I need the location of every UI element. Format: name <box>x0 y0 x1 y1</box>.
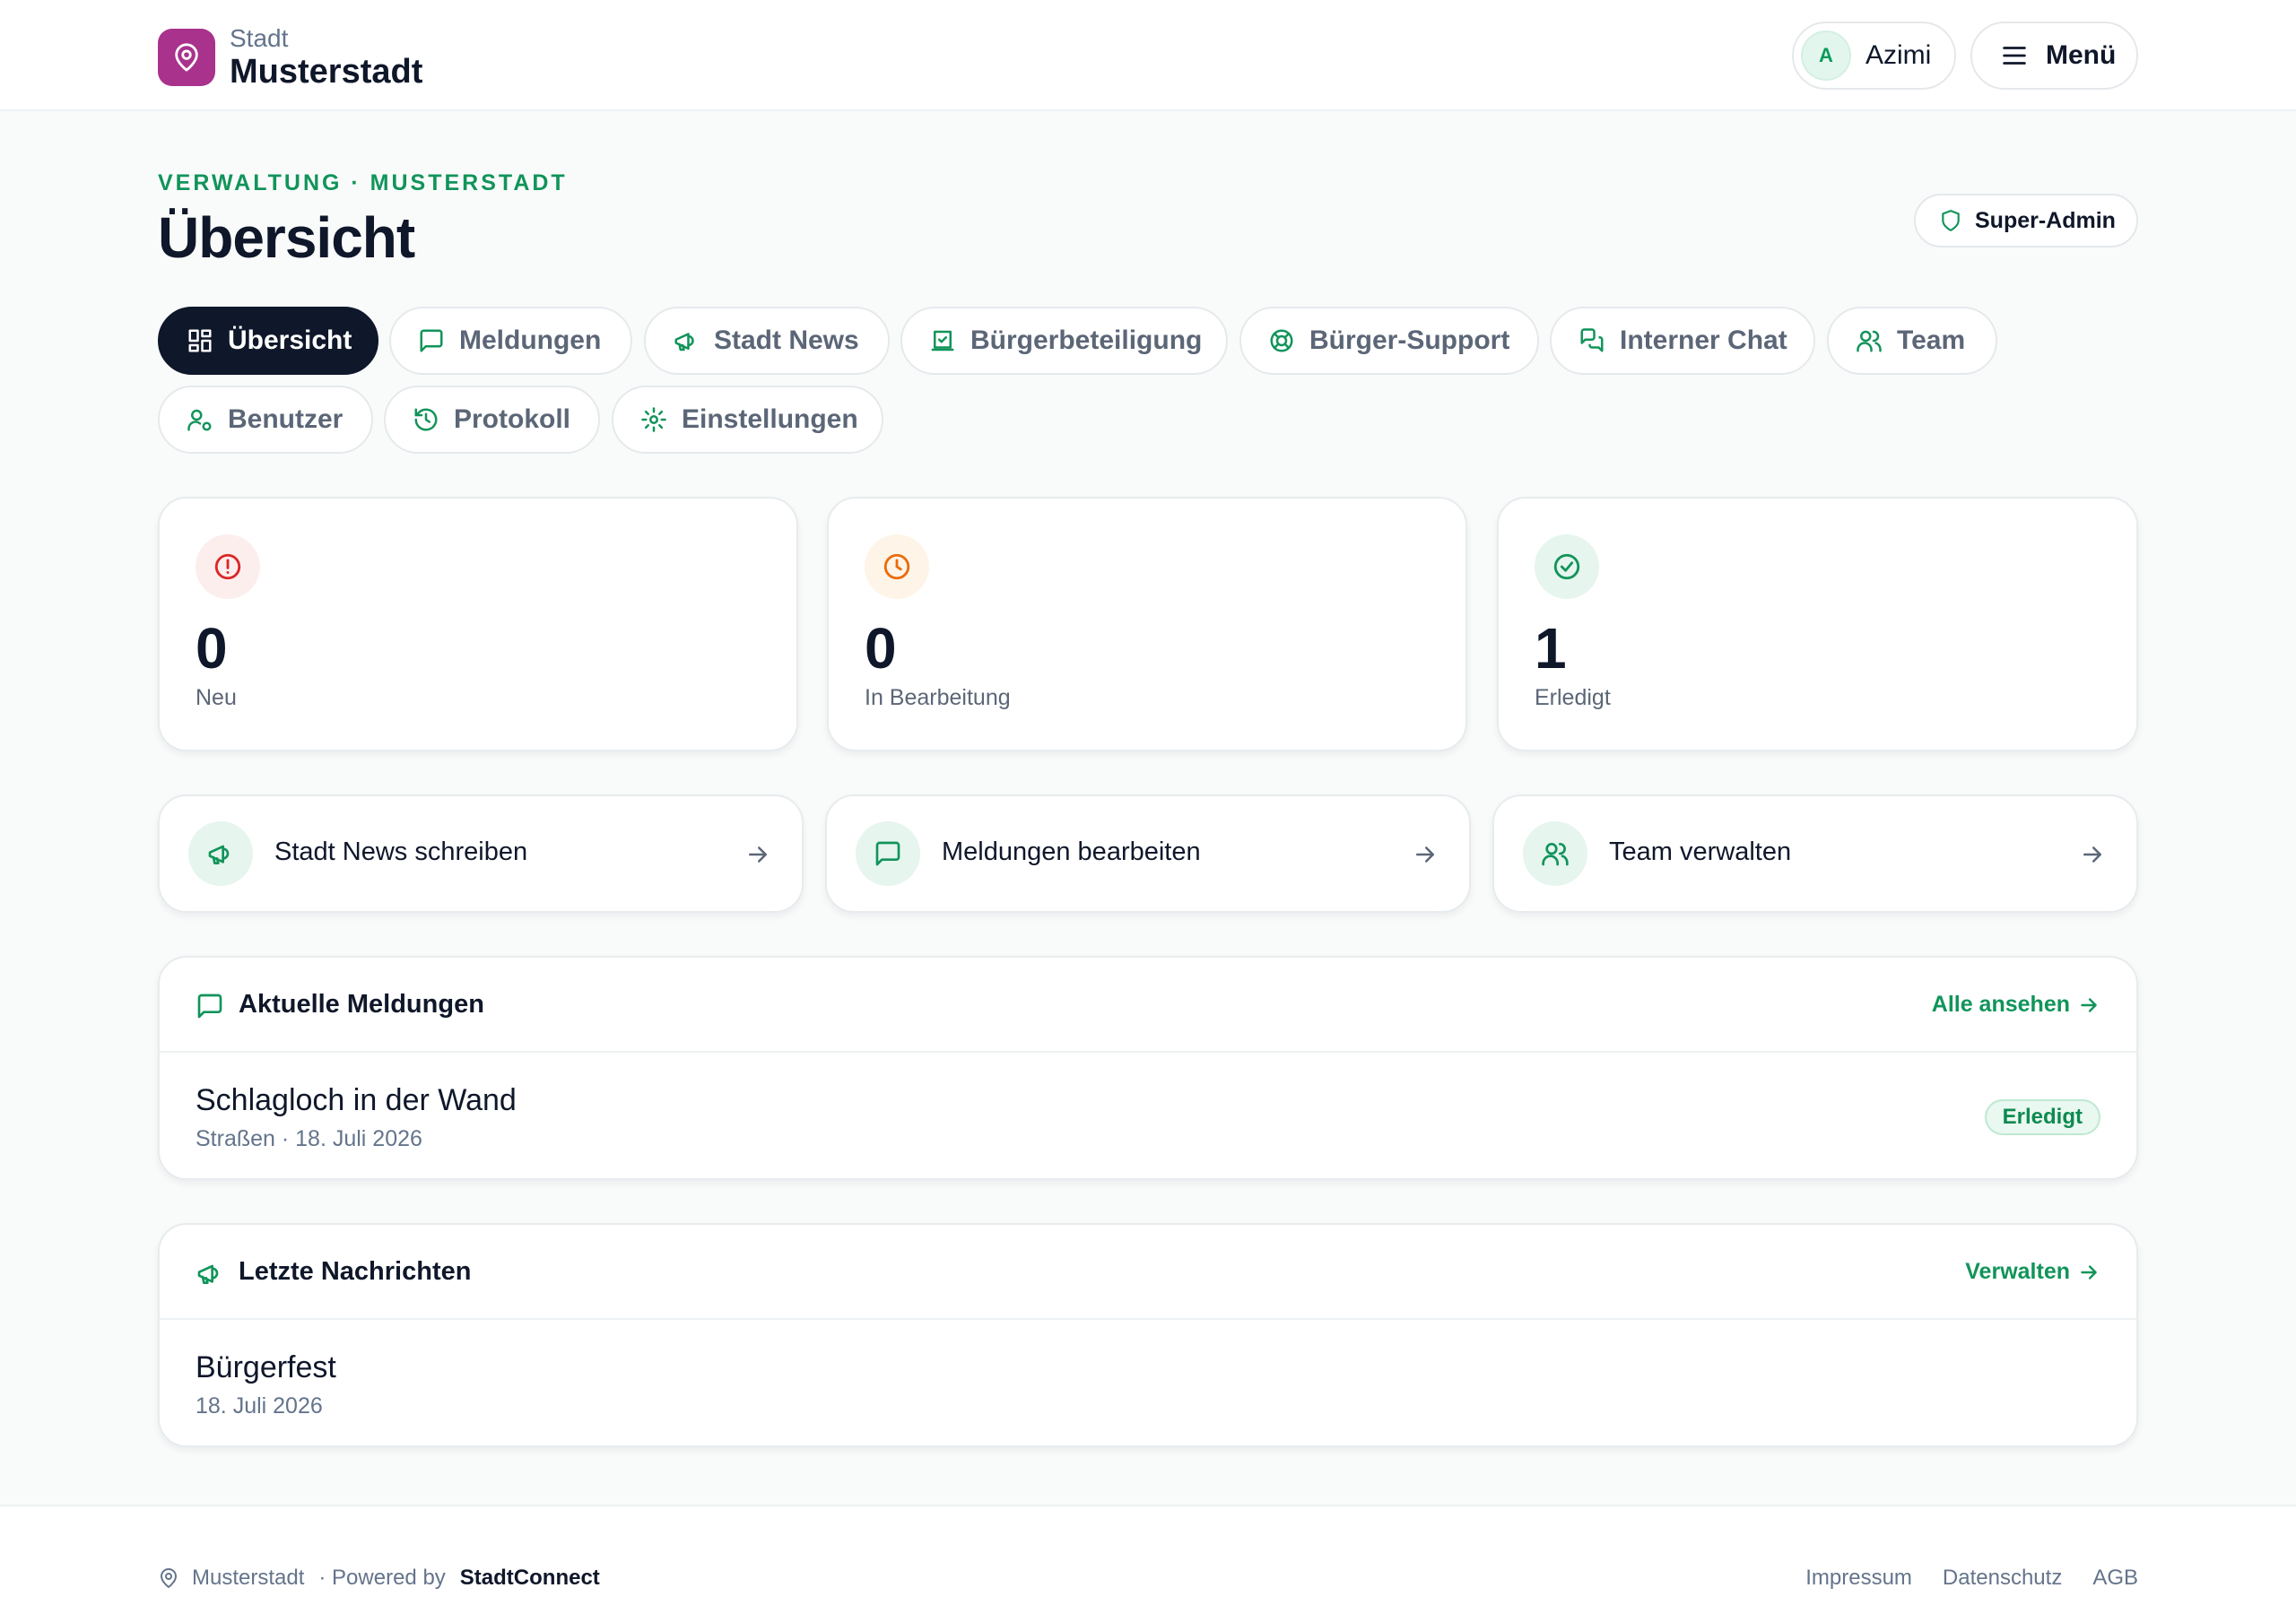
dashboard-icon <box>187 327 213 354</box>
footer-city: Musterstadt <box>192 1566 305 1590</box>
news-panel: Letzte Nachrichten Verwalten Bürgerfest … <box>158 1223 2138 1447</box>
link-label: Verwalten <box>1965 1259 2070 1284</box>
tab-label: Protokoll <box>454 404 571 434</box>
page-title: Übersicht <box>158 205 415 270</box>
clock-icon <box>865 534 929 599</box>
stat-label: Erledigt <box>1535 685 1611 710</box>
tab-benutzer[interactable]: Benutzer <box>158 386 373 454</box>
footer-links: Impressum Datenschutz AGB <box>1775 1566 2138 1591</box>
action-label: Stadt News schreiben <box>274 837 528 866</box>
stat-card-erledigt[interactable]: 1 Erledigt <box>1497 497 2138 751</box>
message-icon <box>418 327 445 354</box>
tab-label: Bürger-Support <box>1309 325 1510 355</box>
avatar: A <box>1801 30 1851 81</box>
reports-panel: Aktuelle Meldungen Alle ansehen Schlaglo… <box>158 956 2138 1180</box>
role-label: Super-Admin <box>1975 207 2116 233</box>
stat-card-neu[interactable]: 0 Neu <box>158 497 798 751</box>
footer-link-agb[interactable]: AGB <box>2092 1566 2138 1591</box>
tab-label: Benutzer <box>228 404 344 434</box>
arrow-right-icon <box>744 841 771 868</box>
breadcrumb: VERWALTUNG · MUSTERSTADT <box>158 170 568 195</box>
map-pin-icon <box>158 29 215 86</box>
footer-link-impressum[interactable]: Impressum <box>1805 1566 1912 1591</box>
stat-card-in-bearbeitung[interactable]: 0 In Bearbeitung <box>827 497 1467 751</box>
user-cog-icon <box>187 406 213 433</box>
arrow-right-icon <box>1412 841 1439 868</box>
action-label: Team verwalten <box>1609 837 1792 866</box>
user-name: Azimi <box>1866 40 1932 70</box>
stat-value: 0 <box>865 616 897 681</box>
tab-label: Team <box>1897 325 1966 355</box>
panel-header: Letzte Nachrichten Verwalten <box>160 1225 2136 1320</box>
lifebuoy-icon <box>1268 327 1295 354</box>
user-account-button[interactable]: A Azimi <box>1792 22 1956 90</box>
manage-link[interactable]: Verwalten <box>1965 1259 2100 1285</box>
stat-label: In Bearbeitung <box>865 685 1011 710</box>
footer-link-datenschutz[interactable]: Datenschutz <box>1943 1566 2062 1591</box>
news-title: Bürgerfest <box>196 1350 336 1384</box>
tab-interner-chat[interactable]: Interner Chat <box>1550 307 1815 375</box>
tab-uebersicht[interactable]: Übersicht <box>158 307 378 375</box>
alert-circle-icon <box>196 534 260 599</box>
chat-icon <box>1578 327 1605 354</box>
news-meta: 18. Juli 2026 <box>196 1393 323 1419</box>
tab-team[interactable]: Team <box>1827 307 1997 375</box>
action-label: Meldungen bearbeiten <box>942 837 1201 866</box>
brand-subtitle: Stadt <box>230 24 289 52</box>
footer-left: Musterstadt · Powered by StadtConnect <box>158 1566 600 1591</box>
tab-label: Stadt News <box>714 325 859 355</box>
panel-title: Letzte Nachrichten <box>239 1257 472 1286</box>
arrow-right-icon <box>2081 1264 2097 1280</box>
brand[interactable]: Stadt Musterstadt <box>158 26 422 89</box>
footer: Musterstadt · Powered by StadtConnect Im… <box>0 1505 2296 1614</box>
action-stadt-news-schreiben[interactable]: Stadt News schreiben <box>158 794 804 913</box>
brand-title: Musterstadt <box>230 53 423 91</box>
message-icon <box>856 821 920 886</box>
message-icon <box>196 992 224 1020</box>
menu-label: Menü <box>2046 40 2117 70</box>
tab-label: Einstellungen <box>682 404 858 434</box>
shield-icon <box>1939 209 1962 232</box>
check-circle-icon <box>1535 534 1599 599</box>
arrow-right-icon <box>2079 841 2106 868</box>
action-team-verwalten[interactable]: Team verwalten <box>1492 794 2138 913</box>
role-badge: Super-Admin <box>1914 194 2138 247</box>
stat-value: 1 <box>1535 616 1567 681</box>
tab-label: Bürgerbeteiligung <box>970 325 1203 355</box>
users-icon <box>1856 327 1883 354</box>
tab-buergerbeteiligung[interactable]: Bürgerbeteiligung <box>900 307 1228 375</box>
tab-protokoll[interactable]: Protokoll <box>384 386 600 454</box>
megaphone-icon <box>196 1259 224 1288</box>
tab-buerger-support[interactable]: Bürger-Support <box>1239 307 1539 375</box>
link-label: Alle ansehen <box>1931 992 2070 1017</box>
view-all-link[interactable]: Alle ansehen <box>1932 992 2100 1018</box>
users-icon <box>1523 821 1587 886</box>
tab-label: Übersicht <box>228 325 352 355</box>
menu-button[interactable]: Menü <box>1970 22 2138 90</box>
tab-label: Interner Chat <box>1620 325 1787 355</box>
panel-title: Aktuelle Meldungen <box>239 990 484 1019</box>
megaphone-icon <box>673 327 700 354</box>
megaphone-icon <box>188 821 253 886</box>
stat-value: 0 <box>196 616 228 681</box>
footer-brand-link[interactable]: StadtConnect <box>460 1566 600 1591</box>
vote-icon <box>929 327 956 354</box>
tab-einstellungen[interactable]: Einstellungen <box>612 386 883 454</box>
map-pin-icon <box>158 1567 179 1589</box>
top-bar: Stadt Musterstadt A Azimi Menü <box>0 0 2296 111</box>
action-meldungen-bearbeiten[interactable]: Meldungen bearbeiten <box>825 794 1471 913</box>
history-icon <box>413 406 439 433</box>
report-title: Schlagloch in der Wand <box>196 1083 517 1117</box>
hamburger-icon <box>1999 40 2030 71</box>
stat-label: Neu <box>196 685 237 710</box>
status-badge: Erledigt <box>1984 1099 2100 1135</box>
panel-header: Aktuelle Meldungen Alle ansehen <box>160 958 2136 1053</box>
footer-powered: · Powered by <box>318 1566 446 1590</box>
tab-stadt-news[interactable]: Stadt News <box>644 307 890 375</box>
arrow-right-icon <box>2081 997 2097 1012</box>
tab-meldungen[interactable]: Meldungen <box>389 307 632 375</box>
gear-icon <box>640 406 667 433</box>
tab-label: Meldungen <box>459 325 602 355</box>
report-meta: Straßen · 18. Juli 2026 <box>196 1126 422 1151</box>
